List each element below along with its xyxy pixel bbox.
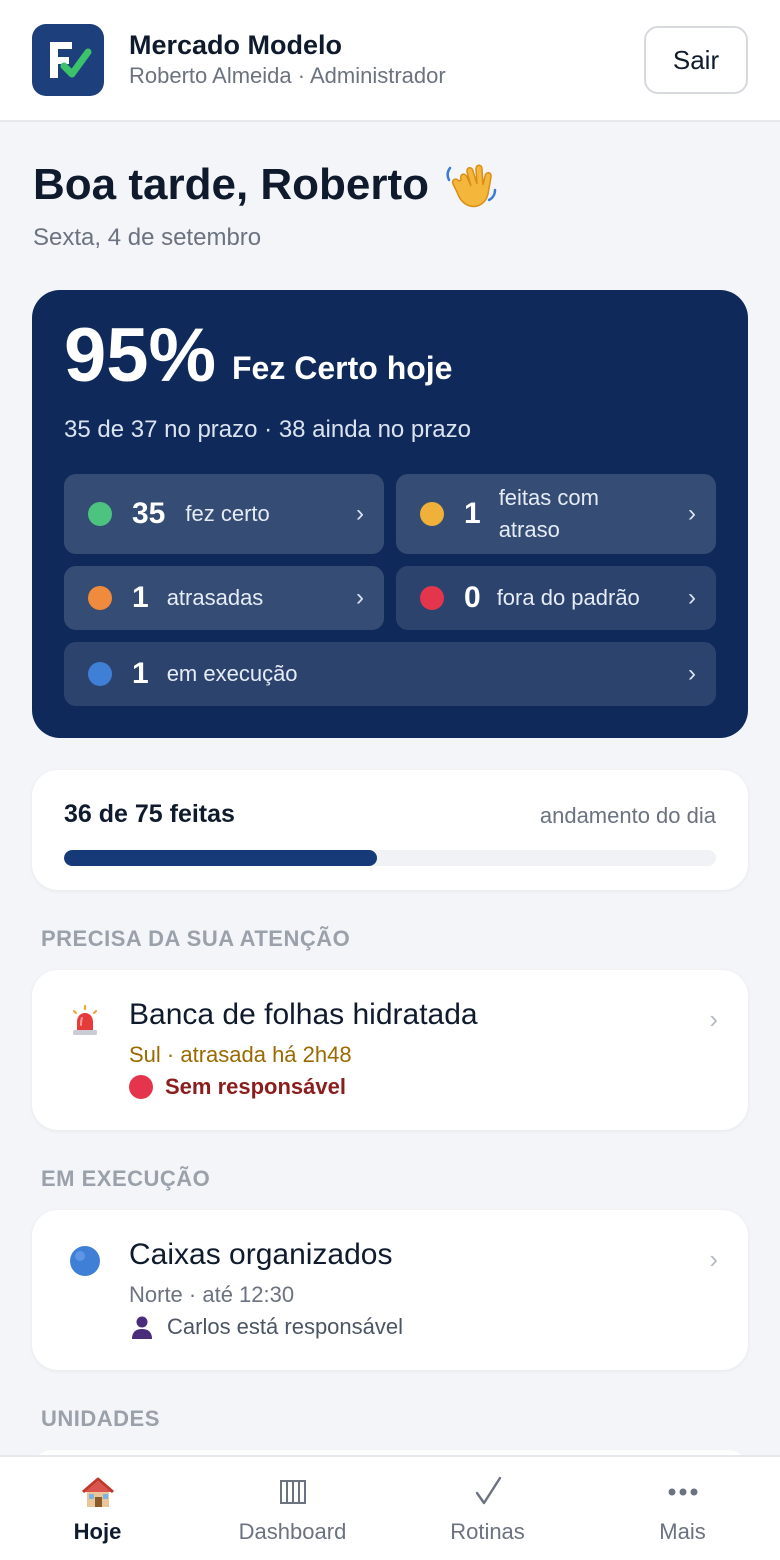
- today-date: Sexta, 4 de setembro: [33, 224, 262, 251]
- nav-mais[interactable]: Mais: [585, 1457, 780, 1560]
- columns-icon: [274, 1473, 312, 1511]
- stat-count: 0: [464, 581, 481, 614]
- green-dot-icon: [88, 502, 112, 526]
- check-icon: [469, 1473, 507, 1511]
- stat-fez-certo[interactable]: 35 fez certo ›: [64, 474, 384, 554]
- progress-count: 36 de 75 feitas: [64, 800, 235, 828]
- task-owner-label: Sem responsável: [165, 1074, 346, 1099]
- task-title: Banca de folhas hidratada: [129, 998, 478, 1031]
- stat-em-execucao[interactable]: 1 em execução ›: [64, 642, 716, 706]
- summary-card: 95% Fez Certo hoje 35 de 37 no prazo · 3…: [32, 290, 748, 738]
- stat-feitas-com-atraso[interactable]: 1 feitas com atraso ›: [396, 474, 716, 554]
- summary-percent: 95%: [64, 313, 217, 398]
- stat-fora-do-padrao[interactable]: 0 fora do padrão ›: [396, 566, 716, 630]
- stat-atrasadas[interactable]: 1 atrasadas ›: [64, 566, 384, 630]
- person-icon: [129, 1314, 155, 1340]
- summary-subline: 35 de 37 no prazo · 38 ainda no prazo: [64, 416, 471, 443]
- stat-count: 1: [132, 581, 149, 614]
- stat-count: 1: [464, 497, 481, 530]
- running-task-card[interactable]: Caixas organizados Norte · até 12:30 Car…: [32, 1210, 748, 1370]
- yellow-dot-icon: [420, 502, 444, 526]
- day-progress-card: 36 de 75 feitas andamento do dia: [32, 770, 748, 890]
- nav-label: Dashboard: [238, 1519, 347, 1544]
- task-meta: Norte · até 12:30: [129, 1282, 295, 1307]
- stat-count: 1: [132, 657, 149, 690]
- chevron-right-icon: ›: [688, 584, 696, 611]
- task-meta: Sul · atrasada há 2h48: [129, 1042, 352, 1067]
- waving-hand-icon: [445, 160, 499, 210]
- blue-circle-icon: [68, 1244, 102, 1278]
- task-owner: Sem responsável: [129, 1074, 346, 1100]
- stat-label: fora do padrão: [496, 585, 640, 610]
- user-role: Roberto Almeida · Administrador: [129, 63, 446, 88]
- progress-caption: andamento do dia: [539, 803, 716, 828]
- nav-label: Hoje: [73, 1519, 122, 1544]
- chevron-right-icon: ›: [688, 660, 696, 687]
- app-name: Mercado Modelo: [129, 30, 343, 60]
- house-icon: [79, 1473, 117, 1511]
- more-icon: [664, 1473, 702, 1511]
- progress-bar: [64, 850, 716, 866]
- blue-dot-icon: [88, 662, 112, 686]
- app-header: Mercado Modelo Roberto Almeida · Adminis…: [0, 0, 780, 122]
- bottom-nav: Hoje Dashboard Rotinas Mais: [0, 1455, 780, 1560]
- stat-label: atrasadas: [166, 585, 264, 610]
- attention-task-card[interactable]: Banca de folhas hidratada Sul · atrasada…: [32, 970, 748, 1130]
- task-owner: Carlos está responsável: [129, 1314, 403, 1340]
- orange-dot-icon: [88, 586, 112, 610]
- siren-icon: [68, 1004, 102, 1038]
- stat-label: feitas com atraso: [498, 485, 599, 542]
- logo-check-icon: [50, 42, 92, 78]
- chevron-right-icon: ›: [356, 584, 364, 611]
- nav-hoje[interactable]: Hoje: [0, 1457, 195, 1560]
- section-attention: PRECISA DA SUA ATENÇÃO: [41, 926, 351, 951]
- greeting-title: Boa tarde, Roberto: [33, 160, 499, 210]
- stat-label: em execução: [166, 661, 298, 686]
- chevron-right-icon: ›: [709, 1244, 718, 1274]
- section-units: UNIDADES: [41, 1406, 160, 1431]
- logout-button[interactable]: Sair: [644, 26, 748, 94]
- nav-label: Mais: [659, 1519, 706, 1544]
- red-dot-icon: [420, 586, 444, 610]
- stat-label: fez certo: [185, 501, 270, 526]
- chevron-right-icon: ›: [356, 500, 364, 527]
- red-dot-icon: [129, 1075, 153, 1099]
- chevron-right-icon: ›: [688, 500, 696, 527]
- nav-label: Rotinas: [450, 1519, 525, 1544]
- task-title: Caixas organizados: [129, 1238, 393, 1271]
- summary-label: Fez Certo hoje: [232, 350, 453, 386]
- stat-count: 35: [132, 497, 166, 530]
- greeting-text: Boa tarde, Roberto: [33, 160, 430, 209]
- progress-bar-fill: [64, 850, 377, 866]
- section-running: EM EXECUÇÃO: [41, 1166, 211, 1191]
- nav-dashboard[interactable]: Dashboard: [195, 1457, 390, 1560]
- task-owner-label: Carlos está responsável: [167, 1314, 404, 1339]
- nav-rotinas[interactable]: Rotinas: [390, 1457, 585, 1560]
- app-logo: [32, 24, 104, 96]
- chevron-right-icon: ›: [709, 1004, 718, 1034]
